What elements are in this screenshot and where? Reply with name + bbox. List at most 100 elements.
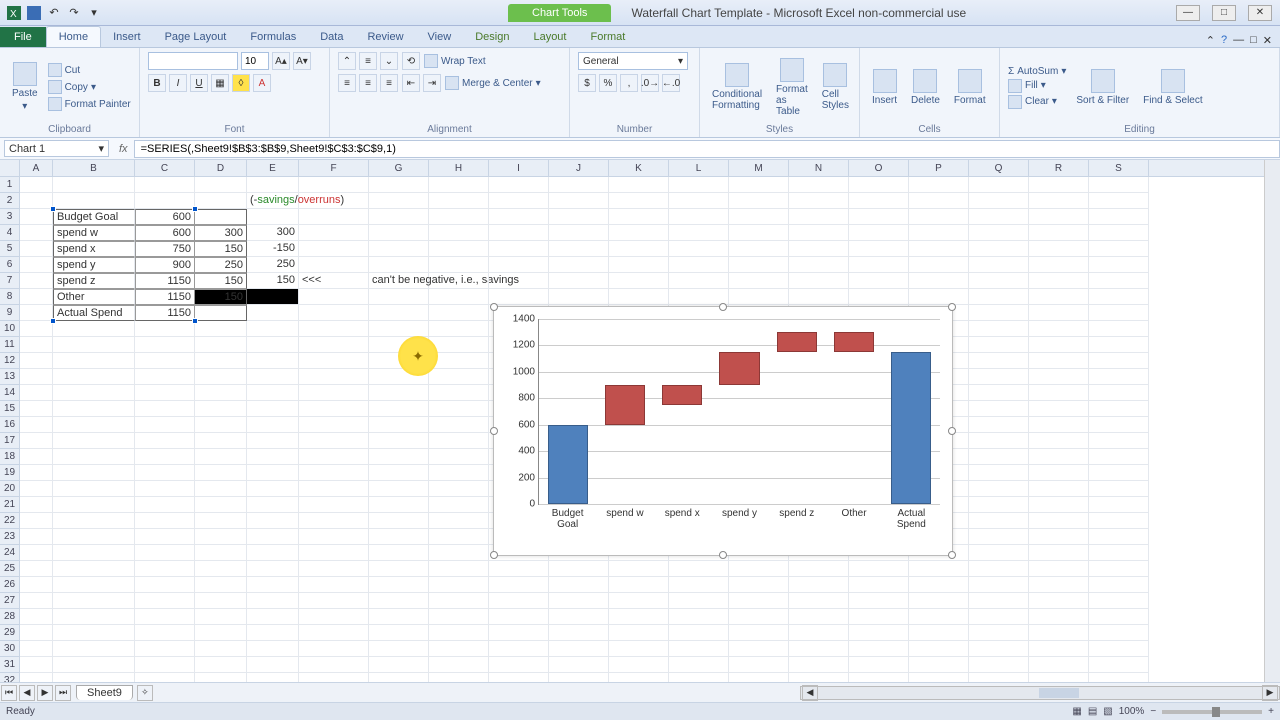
cell[interactable]: 150 (195, 273, 247, 289)
cell[interactable] (369, 257, 429, 273)
cell[interactable] (299, 625, 369, 641)
cell[interactable] (489, 241, 549, 257)
new-sheet-button[interactable]: ✧ (137, 685, 153, 701)
cell[interactable] (299, 401, 369, 417)
workbook-restore-icon[interactable]: □ (1250, 34, 1257, 47)
cell[interactable] (429, 289, 489, 305)
cell[interactable] (849, 289, 909, 305)
cell[interactable] (195, 641, 247, 657)
cell[interactable] (369, 545, 429, 561)
chart-plot-area[interactable]: 0200400600800100012001400Budget Goalspen… (538, 319, 940, 505)
cell[interactable] (489, 561, 549, 577)
cell[interactable] (729, 209, 789, 225)
cell[interactable] (789, 209, 849, 225)
cell[interactable] (549, 657, 609, 673)
cell[interactable] (195, 353, 247, 369)
maximize-button[interactable]: □ (1212, 5, 1236, 21)
range-selection-handle[interactable] (192, 206, 198, 212)
cell[interactable] (369, 657, 429, 673)
cell[interactable] (669, 193, 729, 209)
cell[interactable] (135, 353, 195, 369)
cell[interactable] (53, 353, 135, 369)
cell[interactable] (53, 177, 135, 193)
cell[interactable] (1029, 273, 1089, 289)
cell[interactable] (247, 481, 299, 497)
cell[interactable] (135, 465, 195, 481)
chart-resize-handle[interactable] (948, 551, 956, 559)
cell[interactable] (669, 257, 729, 273)
cell[interactable] (247, 465, 299, 481)
decrease-indent-icon[interactable]: ⇤ (402, 74, 420, 92)
cell[interactable] (969, 497, 1029, 513)
cell[interactable] (20, 545, 53, 561)
cell[interactable] (53, 513, 135, 529)
cell[interactable] (299, 241, 369, 257)
column-header[interactable]: C (135, 160, 195, 176)
cell[interactable] (489, 577, 549, 593)
view-layout-icon[interactable]: ▤ (1088, 706, 1097, 717)
cell[interactable] (969, 385, 1029, 401)
cell[interactable] (969, 545, 1029, 561)
cell[interactable] (299, 449, 369, 465)
cell[interactable] (909, 593, 969, 609)
close-button[interactable]: ✕ (1248, 5, 1272, 21)
cell[interactable] (669, 577, 729, 593)
cell[interactable] (247, 545, 299, 561)
fill-color-button[interactable]: ◊ (232, 74, 250, 92)
cell[interactable] (969, 353, 1029, 369)
chart-resize-handle[interactable] (719, 303, 727, 311)
row-header[interactable]: 6 (0, 257, 19, 273)
workbook-minimize-icon[interactable]: — (1233, 34, 1244, 47)
cell[interactable] (969, 641, 1029, 657)
cell[interactable] (1089, 401, 1149, 417)
view-normal-icon[interactable]: ▦ (1072, 706, 1081, 717)
cell[interactable] (729, 577, 789, 593)
cell[interactable] (969, 193, 1029, 209)
italic-button[interactable]: I (169, 74, 187, 92)
cell[interactable] (369, 433, 429, 449)
cell[interactable] (549, 289, 609, 305)
cell-styles-button[interactable]: Cell Styles (818, 61, 853, 113)
cell[interactable] (369, 561, 429, 577)
cell[interactable] (849, 561, 909, 577)
cell[interactable] (969, 481, 1029, 497)
column-header[interactable]: G (369, 160, 429, 176)
cell[interactable] (247, 561, 299, 577)
cell[interactable] (1029, 305, 1089, 321)
cell[interactable] (135, 321, 195, 337)
cell[interactable] (669, 609, 729, 625)
row-header[interactable]: 15 (0, 401, 19, 417)
cell[interactable] (1089, 449, 1149, 465)
vertical-scrollbar[interactable] (1264, 160, 1280, 682)
cell[interactable] (429, 657, 489, 673)
number-format-combo[interactable]: General▾ (578, 52, 688, 70)
cell[interactable] (20, 353, 53, 369)
cell[interactable] (20, 433, 53, 449)
cell[interactable] (669, 625, 729, 641)
cell[interactable] (299, 593, 369, 609)
cell[interactable] (195, 593, 247, 609)
cell[interactable] (135, 609, 195, 625)
cell[interactable] (369, 609, 429, 625)
cell[interactable] (1089, 497, 1149, 513)
cell[interactable] (20, 481, 53, 497)
cell[interactable] (247, 337, 299, 353)
cell[interactable] (849, 257, 909, 273)
cell[interactable] (729, 561, 789, 577)
cell[interactable] (1029, 465, 1089, 481)
cell[interactable] (1029, 513, 1089, 529)
row-header[interactable]: 13 (0, 369, 19, 385)
cell[interactable] (849, 241, 909, 257)
cell[interactable] (1029, 609, 1089, 625)
cell[interactable] (969, 177, 1029, 193)
cell[interactable] (729, 289, 789, 305)
cell[interactable] (20, 641, 53, 657)
cell[interactable]: -150 (247, 241, 299, 257)
cell[interactable] (489, 177, 549, 193)
cell[interactable] (429, 465, 489, 481)
cell[interactable] (369, 513, 429, 529)
column-header[interactable]: J (549, 160, 609, 176)
column-header[interactable]: L (669, 160, 729, 176)
cell[interactable] (909, 241, 969, 257)
undo-icon[interactable]: ↶ (46, 5, 62, 21)
